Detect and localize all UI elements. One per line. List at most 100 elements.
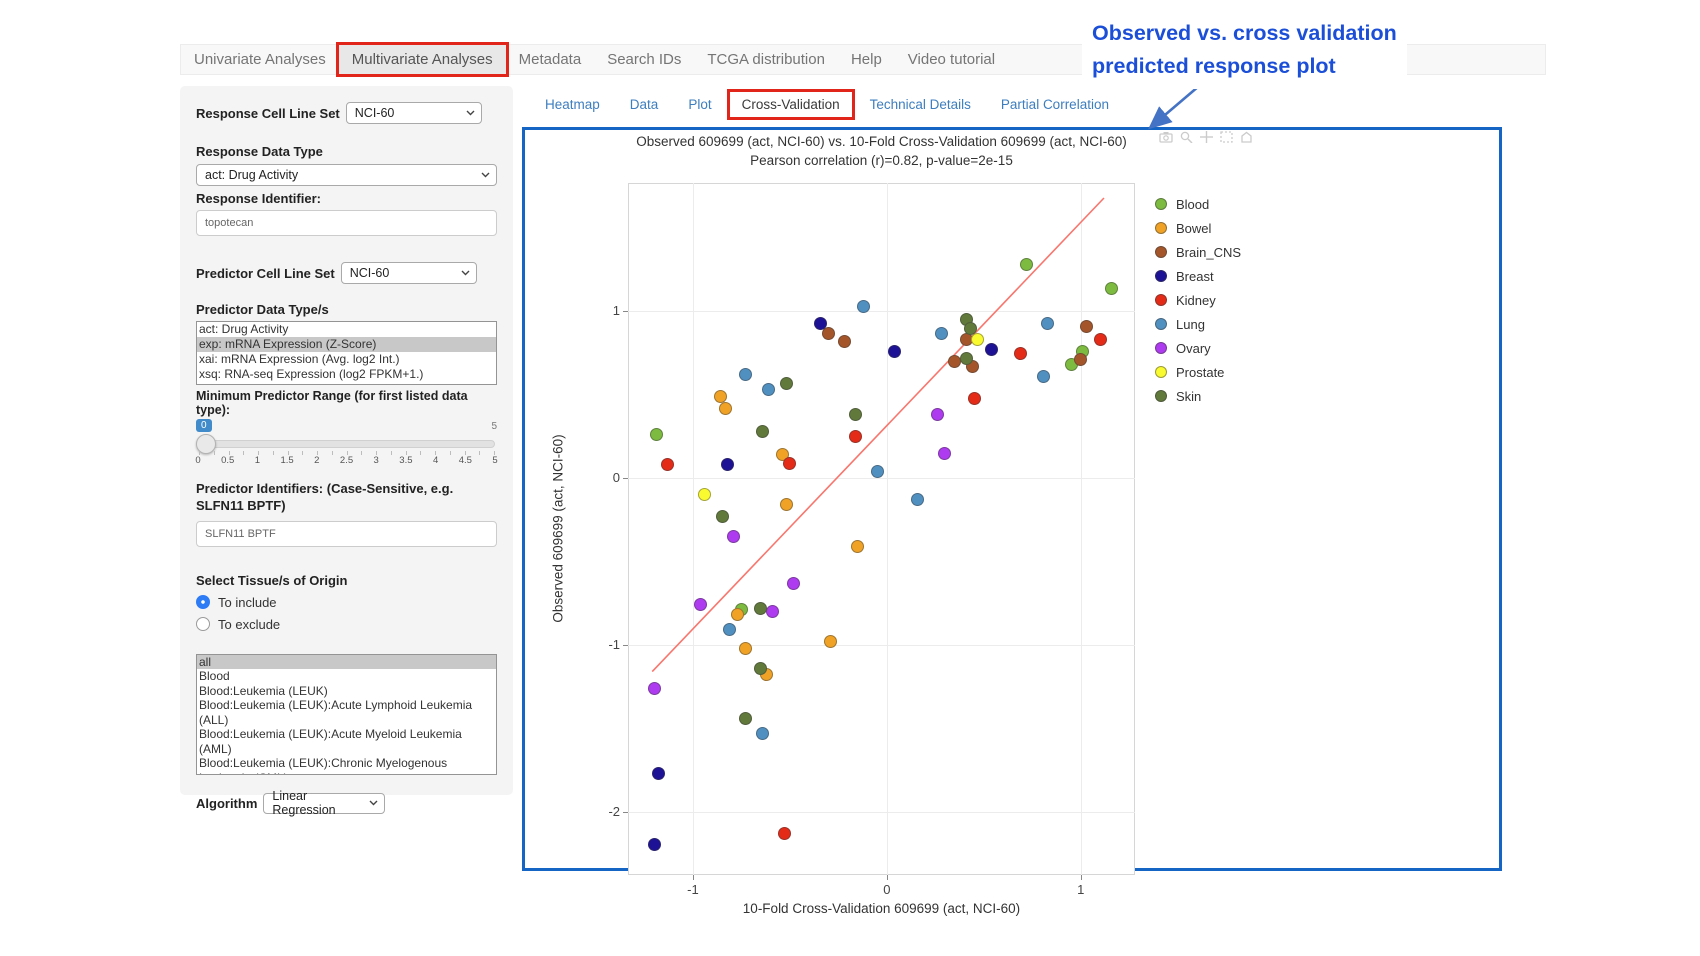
slider-scale: 00.511.522.533.544.55 <box>198 455 495 467</box>
scatter-point-ovary[interactable] <box>787 577 800 590</box>
response-cell-line-set-select[interactable]: NCI-60 <box>346 102 482 124</box>
legend-item-kidney[interactable]: Kidney <box>1155 288 1241 312</box>
scatter-point-ovary[interactable] <box>648 682 661 695</box>
scatter-point-lung[interactable] <box>857 300 870 313</box>
legend-item-bowel[interactable]: Bowel <box>1155 216 1241 240</box>
predictor-cell-line-set-label: Predictor Cell Line Set <box>196 266 335 281</box>
legend-label: Lung <box>1176 317 1205 332</box>
scatter-point-brain-cns[interactable] <box>1080 320 1093 333</box>
legend-item-prostate[interactable]: Prostate <box>1155 360 1241 384</box>
scatter-point-lung[interactable] <box>1041 317 1054 330</box>
list-option-xai-mrna-expression-avg-log2-int[interactable]: xai: mRNA Expression (Avg. log2 Int.) <box>197 352 496 367</box>
scatter-point-lung[interactable] <box>739 368 752 381</box>
scatter-plot: -10110-1-2 <box>628 183 1135 875</box>
legend-item-brain-cns[interactable]: Brain_CNS <box>1155 240 1241 264</box>
nav-tab-search-ids[interactable]: Search IDs <box>594 45 694 74</box>
response-data-type-label: Response Data Type <box>196 144 497 159</box>
subtab-cross-validation[interactable]: Cross-Validation <box>729 91 853 118</box>
legend-item-breast[interactable]: Breast <box>1155 264 1241 288</box>
subtab-data[interactable]: Data <box>617 91 672 118</box>
chevron-down-icon <box>461 270 470 276</box>
scatter-point-breast[interactable] <box>888 345 901 358</box>
legend-marker-icon <box>1155 222 1167 234</box>
list-option-blood[interactable]: Blood <box>197 669 496 684</box>
list-option-blood-leukemia-leuk-chronic-myelogenous-leukemia-cml[interactable]: Blood:Leukemia (LEUK):Chronic Myelogenou… <box>197 756 496 775</box>
scatter-point-skin[interactable] <box>754 662 767 675</box>
nav-tab-univariate-analyses[interactable]: Univariate Analyses <box>181 45 339 74</box>
scatter-point-kidney[interactable] <box>968 392 981 405</box>
list-option-act-drug-activity[interactable]: act: Drug Activity <box>197 322 496 337</box>
radio-to-exclude[interactable]: To exclude <box>196 617 497 632</box>
scatter-point-skin[interactable] <box>716 510 729 523</box>
nav-tab-help[interactable]: Help <box>838 45 895 74</box>
scatter-point-breast[interactable] <box>814 317 827 330</box>
list-option-exp-mrna-expression-z-score[interactable]: exp: mRNA Expression (Z-Score) <box>197 337 496 352</box>
slider-tick-label: 5 <box>492 455 497 466</box>
scatter-point-lung[interactable] <box>935 327 948 340</box>
y-tick-label: 1 <box>582 303 620 318</box>
list-option-all[interactable]: all <box>197 655 496 670</box>
scatter-point-ovary[interactable] <box>931 408 944 421</box>
chart-title: Observed 609699 (act, NCI-60) vs. 10-Fol… <box>628 134 1135 149</box>
algorithm-value: Linear Regression <box>272 789 363 817</box>
scatter-point-bowel[interactable] <box>739 642 752 655</box>
scatter-point-skin[interactable] <box>780 377 793 390</box>
response-identifier-input[interactable] <box>196 210 497 236</box>
subtab-technical-details[interactable]: Technical Details <box>857 91 984 118</box>
list-option-blood-leukemia-leuk[interactable]: Blood:Leukemia (LEUK) <box>197 684 496 699</box>
scatter-point-breast[interactable] <box>652 767 665 780</box>
algorithm-select[interactable]: Linear Regression <box>263 793 385 814</box>
nav-tab-multivariate-analyses[interactable]: Multivariate Analyses <box>339 45 506 74</box>
scatter-point-bowel[interactable] <box>714 390 727 403</box>
scatter-point-kidney[interactable] <box>778 827 791 840</box>
nav-tab-video-tutorial[interactable]: Video tutorial <box>895 45 1008 74</box>
legend-item-lung[interactable]: Lung <box>1155 312 1241 336</box>
legend-marker-icon <box>1155 198 1167 210</box>
list-option-blood-leukemia-leuk-acute-myeloid-leukemia-aml[interactable]: Blood:Leukemia (LEUK):Acute Myeloid Leuk… <box>197 727 496 756</box>
scatter-point-lung[interactable] <box>871 465 884 478</box>
y-tick <box>623 311 628 312</box>
trend-line <box>628 183 1135 875</box>
scatter-point-brain-cns[interactable] <box>838 335 851 348</box>
scatter-point-bowel[interactable] <box>719 402 732 415</box>
predictor-identifiers-input[interactable] <box>196 521 497 547</box>
nav-tab-tcga-distribution[interactable]: TCGA distribution <box>694 45 838 74</box>
legend-item-blood[interactable]: Blood <box>1155 192 1241 216</box>
radio-dot-icon[interactable] <box>196 595 210 609</box>
radio-dot-icon[interactable] <box>196 617 210 631</box>
predictor-cell-line-set-select[interactable]: NCI-60 <box>341 262 477 284</box>
legend-label: Bowel <box>1176 221 1211 236</box>
scatter-point-skin[interactable] <box>739 712 752 725</box>
scatter-point-ovary[interactable] <box>766 605 779 618</box>
radio-to-include[interactable]: To include <box>196 595 497 610</box>
scatter-point-kidney[interactable] <box>1094 333 1107 346</box>
y-tick-label: -1 <box>582 637 620 652</box>
reset-axes-icon[interactable] <box>1240 131 1253 143</box>
scatter-point-blood[interactable] <box>1105 282 1118 295</box>
list-option-blood-leukemia-leuk-acute-lymphoid-leukemia-all[interactable]: Blood:Leukemia (LEUK):Acute Lymphoid Leu… <box>197 698 496 727</box>
scatter-point-bowel[interactable] <box>780 498 793 511</box>
legend-label: Kidney <box>1176 293 1216 308</box>
scatter-point-kidney[interactable] <box>783 457 796 470</box>
subtab-partial-correlation[interactable]: Partial Correlation <box>988 91 1122 118</box>
y-tick-label: 0 <box>582 470 620 485</box>
nav-tab-metadata[interactable]: Metadata <box>506 45 595 74</box>
list-option-xsq-rna-seq-expression-log2-fpkm-1[interactable]: xsq: RNA-seq Expression (log2 FPKM+1.) <box>197 367 496 382</box>
scatter-point-lung[interactable] <box>756 727 769 740</box>
min-predictor-range-label: Minimum Predictor Range (for first liste… <box>196 389 497 417</box>
scatter-point-skin[interactable] <box>964 322 977 335</box>
legend-label: Ovary <box>1176 341 1211 356</box>
subtab-plot[interactable]: Plot <box>675 91 724 118</box>
x-tick-label: -1 <box>673 882 713 897</box>
chart-subtitle: Pearson correlation (r)=0.82, p-value=2e… <box>628 153 1135 168</box>
scatter-point-skin[interactable] <box>960 352 973 365</box>
scatter-point-kidney[interactable] <box>1014 347 1027 360</box>
response-data-type-select[interactable]: act: Drug Activity <box>196 164 497 186</box>
subtab-heatmap[interactable]: Heatmap <box>532 91 613 118</box>
legend-item-skin[interactable]: Skin <box>1155 384 1241 408</box>
scatter-point-blood[interactable] <box>650 428 663 441</box>
slider-track[interactable] <box>198 440 495 448</box>
scatter-point-skin[interactable] <box>754 602 767 615</box>
legend-item-ovary[interactable]: Ovary <box>1155 336 1241 360</box>
slider-tick-label: 2.5 <box>340 455 353 466</box>
